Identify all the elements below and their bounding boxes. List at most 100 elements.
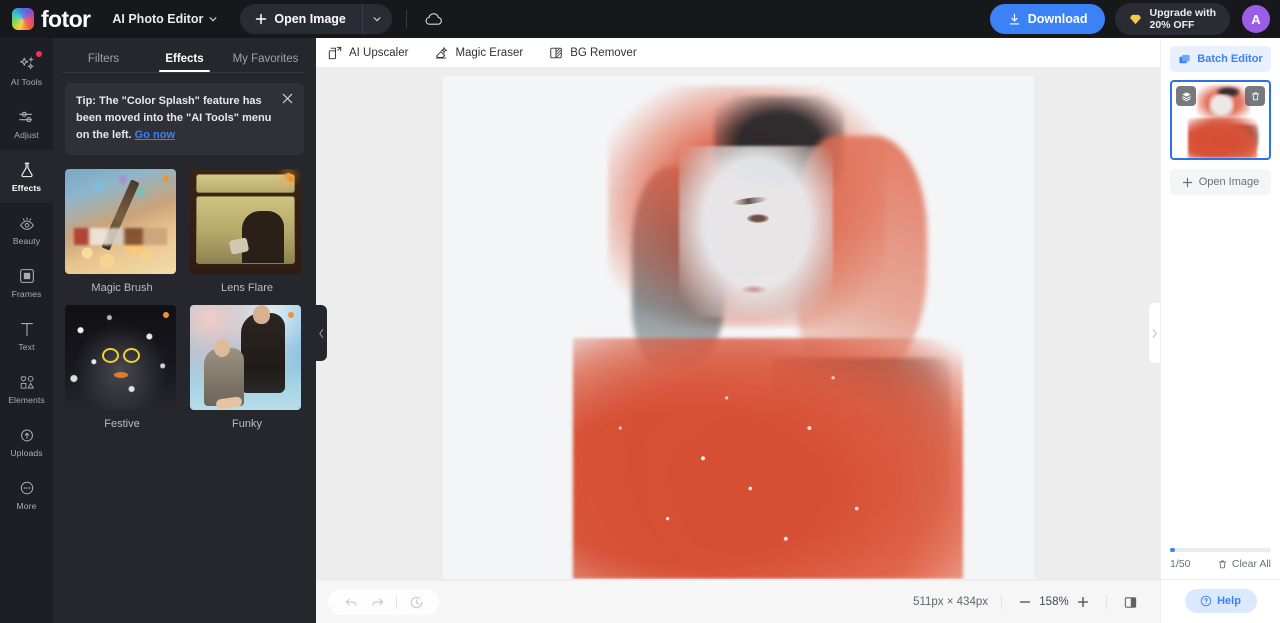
sidebar-item-elements[interactable]: Elements (0, 362, 53, 415)
batch-editor-button[interactable]: Batch Editor (1170, 46, 1271, 72)
open-image-button[interactable]: Open Image (240, 4, 362, 34)
app-switcher[interactable]: AI Photo Editor (112, 12, 218, 26)
bg-remover-button[interactable]: BG Remover (549, 46, 637, 60)
sidebar-item-more[interactable]: More (0, 468, 53, 521)
chevron-right-icon (1151, 328, 1158, 339)
effect-item-funky[interactable]: Funky (190, 305, 304, 430)
sidebar-item-beauty[interactable]: Beauty (0, 203, 53, 256)
canvas-area[interactable] (316, 68, 1160, 581)
effect-thumbnail (190, 169, 301, 275)
avatar-initial: A (1251, 11, 1261, 27)
progress-fill (1170, 548, 1175, 552)
cloud-icon (424, 12, 443, 26)
cloud-save-button[interactable] (421, 6, 447, 32)
history-icon[interactable] (405, 591, 427, 613)
frame-icon (17, 266, 37, 286)
download-button[interactable]: Download (989, 4, 1106, 34)
sidebar-item-text[interactable]: Text (0, 309, 53, 362)
right-panel: Batch Editor Open Image 1/50 Clear All H… (1160, 38, 1280, 623)
bottom-bar: 511px × 434px 158% (316, 581, 1160, 623)
right-panel-divider (1161, 579, 1280, 580)
effects-grid: Magic Brush Lens Flare Festive Funky (53, 155, 316, 430)
sparkles-icon (17, 54, 37, 74)
open-image-button-panel[interactable]: Open Image (1170, 169, 1271, 195)
tip-go-now-link[interactable]: Go now (135, 129, 175, 141)
zoom-controls: 511px × 434px 158% (903, 588, 1150, 616)
sidebar-item-label: Elements (8, 395, 45, 405)
layers-icon[interactable] (1176, 86, 1196, 106)
app-switcher-label: AI Photo Editor (112, 12, 204, 26)
sidebar-item-uploads[interactable]: Uploads (0, 415, 53, 468)
festive-preview-image (65, 305, 176, 411)
effect-label: Lens Flare (221, 282, 273, 295)
sidebar-item-frames[interactable]: Frames (0, 256, 53, 309)
effect-item-festive[interactable]: Festive (65, 305, 179, 430)
left-sidebar: AI Tools Adjust Effects Beauty Frames Te… (0, 38, 53, 623)
sidebar-item-adjust[interactable]: Adjust (0, 97, 53, 150)
upgrade-labels: Upgrade with 20% OFF (1149, 7, 1216, 31)
top-bar: fotor AI Photo Editor Open Image Downloa… (0, 0, 1280, 38)
image-thumbnail-card[interactable] (1170, 80, 1271, 160)
sidebar-item-label: AI Tools (10, 77, 43, 87)
sidebar-item-ai-tools[interactable]: AI Tools (0, 44, 53, 97)
effect-thumbnail (190, 305, 301, 411)
undo-icon[interactable] (340, 591, 362, 613)
sidebar-item-label: Beauty (12, 236, 41, 246)
bg-remover-label: BG Remover (570, 46, 637, 59)
sidebar-item-effects[interactable]: Effects (0, 150, 53, 203)
ai-upscaler-button[interactable]: AI Upscaler (328, 46, 408, 60)
collapse-left-panel-button[interactable] (316, 305, 327, 361)
zoom-in-button[interactable] (1073, 592, 1093, 612)
brand-logo[interactable]: fotor (12, 7, 91, 31)
batch-editor-label: Batch Editor (1197, 53, 1263, 65)
tab-filters[interactable]: Filters (63, 53, 144, 72)
funky-preview-image (190, 305, 301, 411)
effect-label: Magic Brush (91, 282, 153, 295)
text-icon (17, 319, 37, 339)
avatar[interactable]: A (1242, 5, 1270, 33)
zoom-out-button[interactable] (1015, 592, 1035, 612)
sidebar-item-label: Uploads (10, 448, 43, 458)
notification-dot (36, 51, 42, 57)
collapse-right-panel-button[interactable] (1149, 303, 1160, 363)
effects-panel: Filters Effects My Favorites Tip: The "C… (53, 38, 316, 623)
trash-icon[interactable] (1245, 86, 1265, 106)
trash-icon (1217, 559, 1228, 570)
upgrade-button[interactable]: Upgrade with 20% OFF (1115, 3, 1230, 35)
panel-tab-divider (63, 72, 306, 73)
compare-icon[interactable] (1120, 592, 1140, 612)
canvas-image[interactable] (442, 76, 1034, 579)
diamond-icon (1129, 14, 1142, 25)
tab-my-favorites[interactable]: My Favorites (225, 53, 306, 72)
help-button[interactable]: Help (1184, 589, 1257, 613)
redo-icon[interactable] (366, 591, 388, 613)
upgrade-line-2: 20% OFF (1149, 19, 1195, 31)
effect-item-lens-flare[interactable]: Lens Flare (190, 169, 304, 294)
flask-icon (17, 160, 37, 180)
clear-all-button[interactable]: Clear All (1217, 558, 1271, 570)
clear-all-label: Clear All (1231, 558, 1271, 570)
sidebar-item-label: Frames (11, 289, 42, 299)
layers-icon (1178, 53, 1191, 66)
zoom-divider-2 (1106, 595, 1107, 609)
help-label: Help (1217, 595, 1241, 607)
magic-eraser-label: Magic Eraser (455, 46, 524, 59)
close-icon[interactable] (281, 92, 295, 106)
magic-brush-preview-image (65, 169, 176, 275)
download-label: Download (1027, 12, 1088, 26)
plus-icon (255, 13, 267, 25)
upscale-icon (328, 46, 342, 60)
open-image-dropdown[interactable] (361, 4, 392, 34)
tab-effects[interactable]: Effects (144, 53, 225, 72)
effect-label: Festive (104, 418, 140, 431)
more-dots-icon (17, 478, 37, 498)
effect-item-magic-brush[interactable]: Magic Brush (65, 169, 179, 294)
ai-upscaler-label: AI Upscaler (349, 46, 409, 59)
canvas-toolbar: AI Upscaler Magic Eraser BG Remover (316, 38, 1160, 68)
editor-center: AI Upscaler Magic Eraser BG Remover 511p… (316, 38, 1160, 623)
magic-eraser-button[interactable]: Magic Eraser (434, 46, 523, 60)
upload-cloud-icon (17, 425, 37, 445)
effect-label: Funky (232, 418, 262, 431)
main-body: AI Tools Adjust Effects Beauty Frames Te… (0, 38, 1280, 623)
fotor-photo-editor-app: fotor AI Photo Editor Open Image Downloa… (0, 0, 1280, 623)
